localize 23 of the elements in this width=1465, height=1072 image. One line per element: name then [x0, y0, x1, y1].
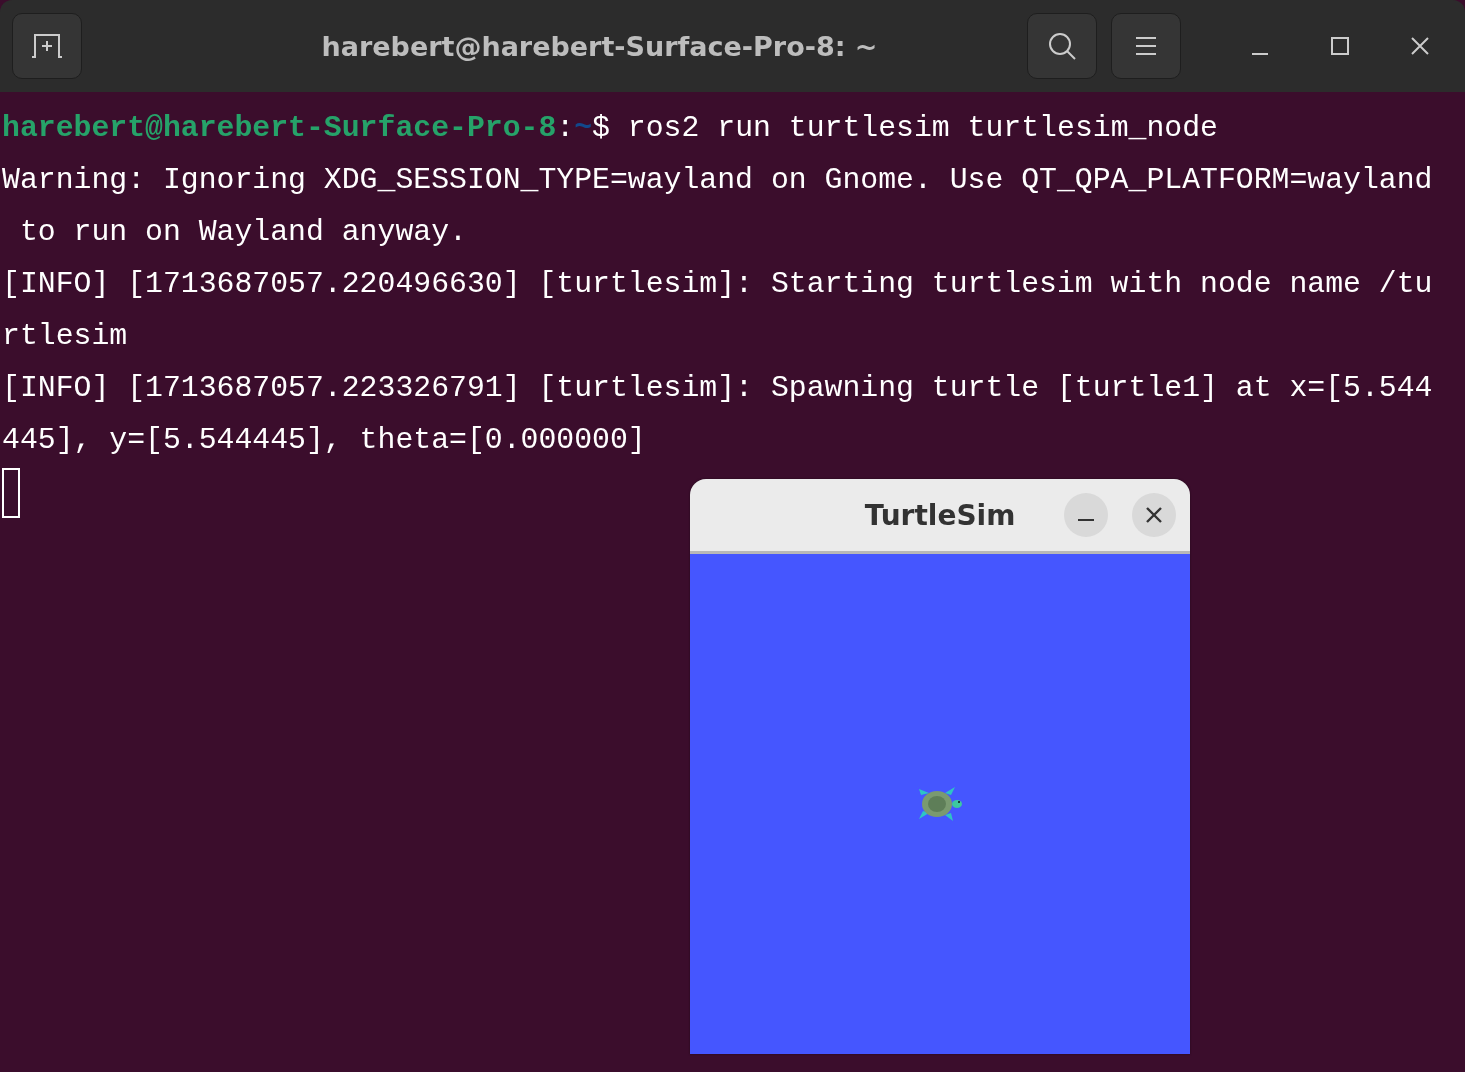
terminal-line: harebert@harebert-Surface-Pro-8:~$ ros2 run turtlesim turtlesim_node [2, 110, 1218, 147]
new-tab-button[interactable] [12, 13, 82, 79]
search-icon [1047, 31, 1077, 61]
close-icon [1145, 506, 1163, 524]
minimize-icon [1077, 519, 1095, 521]
menu-icon [1135, 36, 1157, 56]
new-tab-icon [30, 31, 64, 61]
close-button[interactable] [1132, 493, 1176, 537]
window-title: TurtleSim [864, 498, 1016, 532]
window-title: harebert@harebert-Surface-Pro-8: ~ [320, 30, 879, 62]
terminal-line: 445], y=[5.544445], theta=[0.000000] [2, 422, 646, 459]
search-button[interactable] [1027, 13, 1097, 79]
menu-button[interactable] [1111, 13, 1181, 79]
text-cursor [2, 468, 20, 518]
terminal-line: [INFO] [1713687057.223326791] [turtlesim]: Spawning turtle [turtle1] at x=[5.544 [2, 370, 1433, 407]
terminal-line: [INFO] [1713687057.220496630] [turtlesim]: Starting turtlesim with node name /tu [2, 266, 1433, 303]
minimize-icon [1251, 53, 1269, 55]
terminal-line: Warning: Ignoring XDG_SESSION_TYPE=wayland on Gnome. Use QT_QPA_PLATFORM=wayland [2, 162, 1433, 199]
terminal-line: rtlesim [2, 318, 128, 355]
terminal-line: to run on Wayland anyway. [18, 214, 467, 251]
close-icon [1411, 37, 1429, 55]
turtle-drawing [917, 785, 963, 823]
maximize-icon [1331, 37, 1349, 55]
